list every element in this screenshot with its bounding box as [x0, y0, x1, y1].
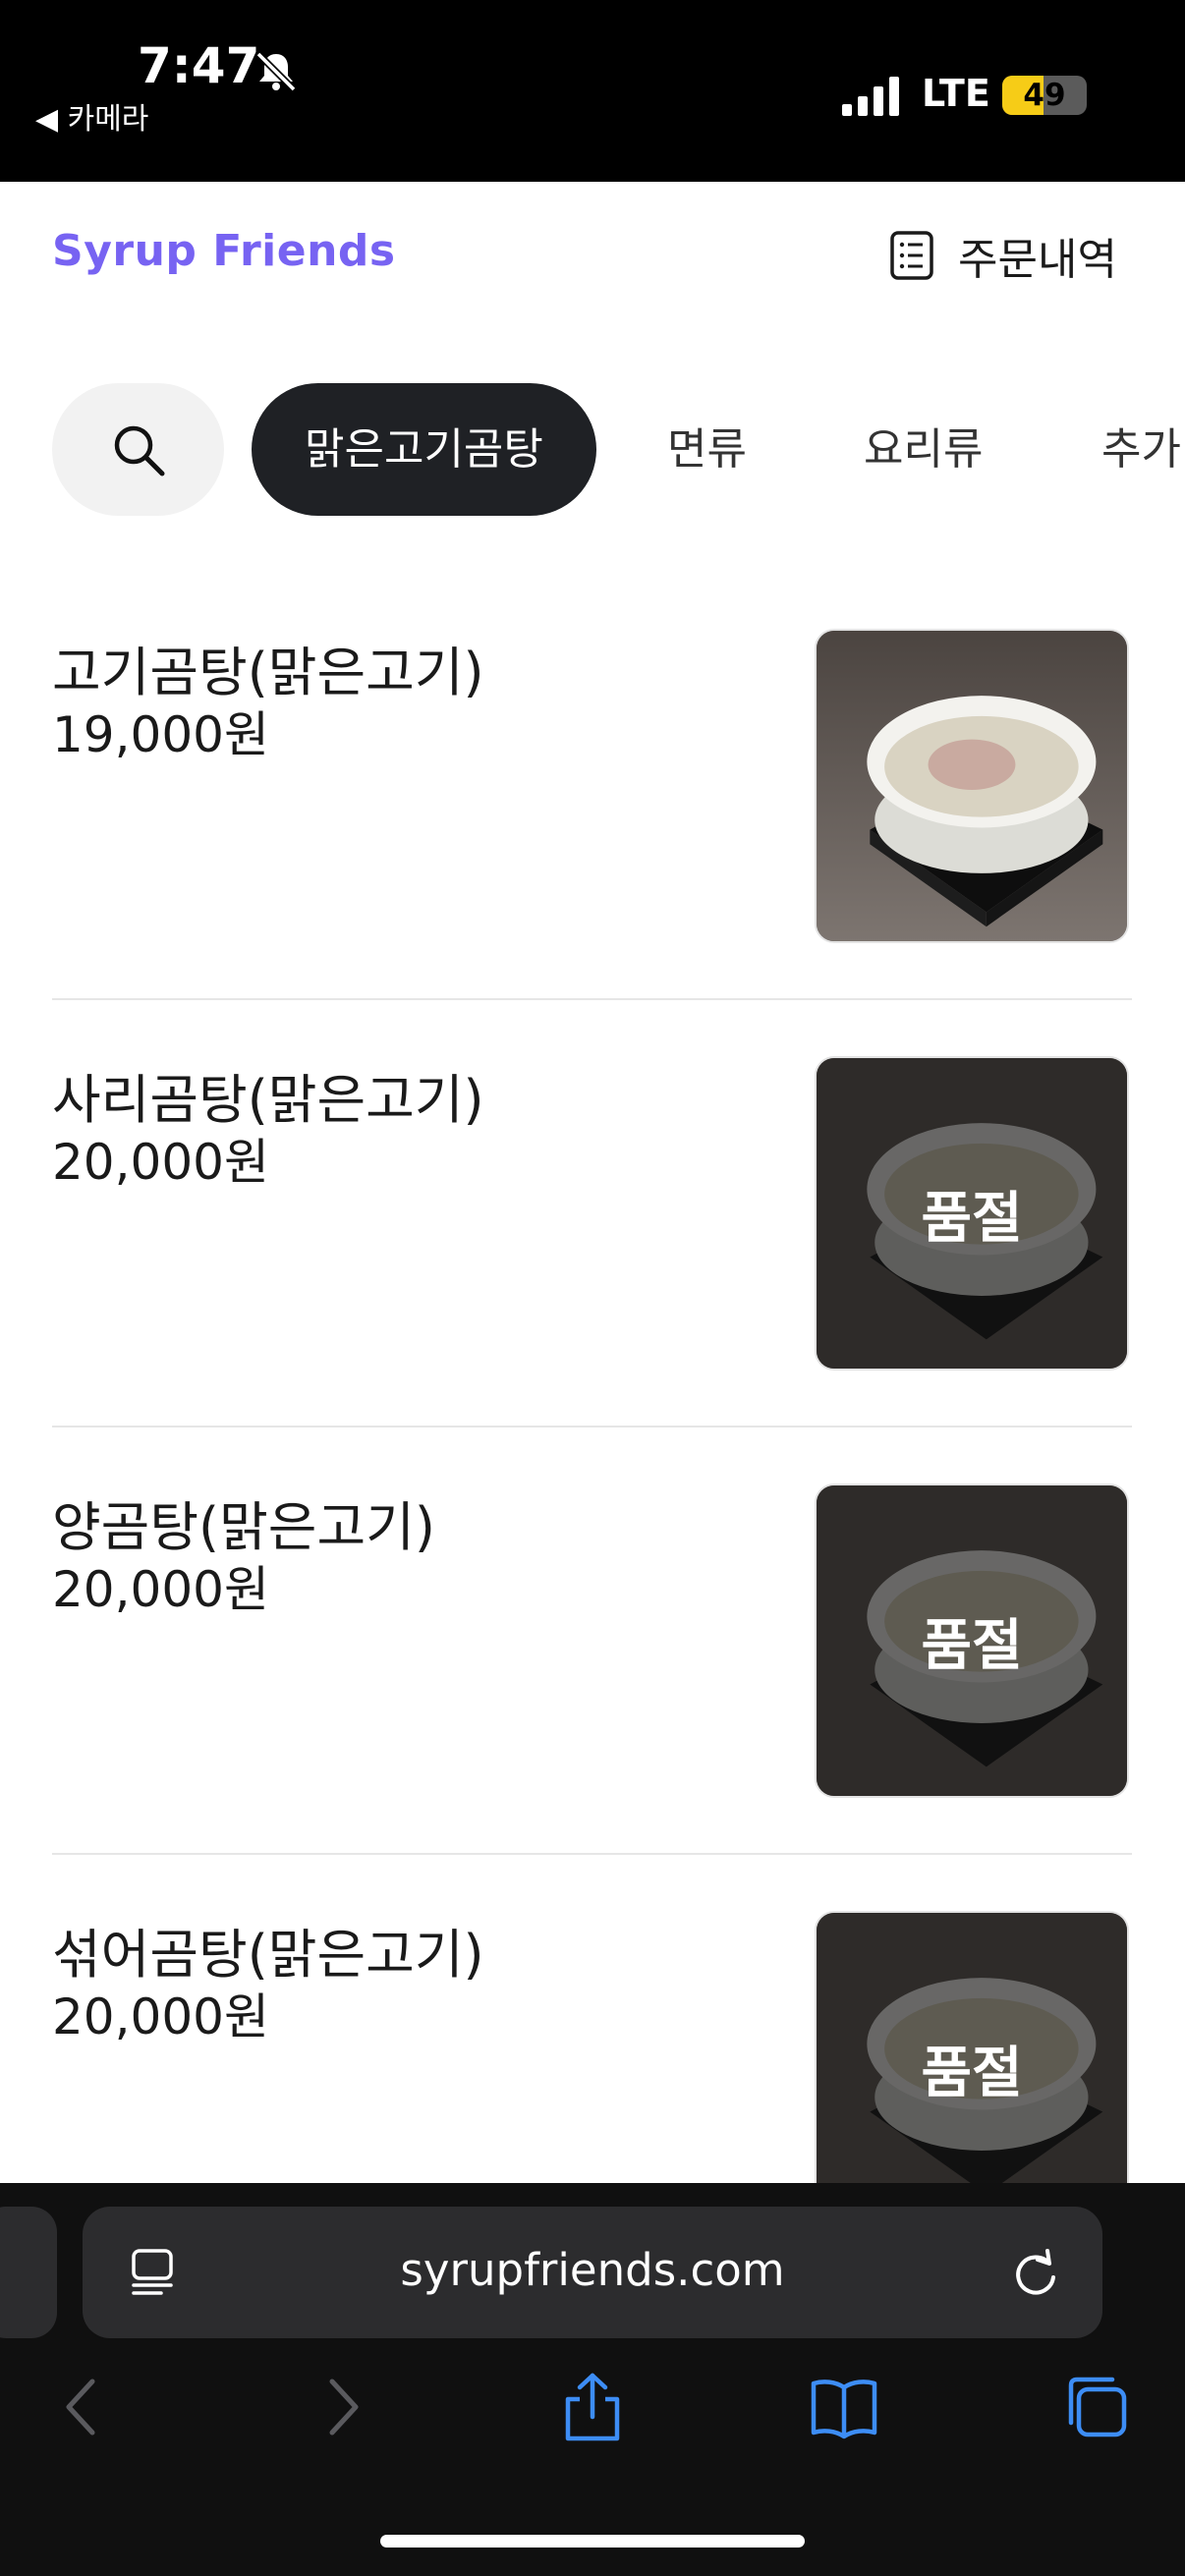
search-icon [114, 425, 165, 476]
signal-bars-icon [842, 77, 899, 116]
bookmarks-icon[interactable] [810, 2372, 878, 2442]
share-icon[interactable] [558, 2372, 627, 2442]
menu-item[interactable]: 양곰탕(맑은고기) 20,000원 품절 [52, 1484, 1132, 1912]
sold-out-overlay: 품절 [817, 1913, 1127, 2183]
tab-dishes[interactable]: 요리류 [864, 383, 983, 516]
sold-out-overlay: 품절 [817, 1058, 1127, 1369]
order-history-button[interactable]: 주문내역 [889, 224, 1117, 287]
back-icon[interactable] [49, 2372, 118, 2442]
reload-icon[interactable] [1010, 2246, 1061, 2299]
browser-toolbar: syrupfriends.com [0, 2183, 1185, 2576]
address-bar[interactable]: syrupfriends.com [83, 2207, 1102, 2338]
network-type: LTE [922, 72, 990, 115]
gomtang-bowl-image [817, 631, 1127, 941]
menu-item-price: 20,000원 [52, 1561, 269, 1618]
menu-item-photo: 품절 [815, 1056, 1129, 1371]
menu-item-photo: 품절 [815, 1484, 1129, 1798]
tab-extras[interactable]: 추가 [1101, 383, 1181, 516]
item-divider [52, 1853, 1132, 1855]
brand-logo[interactable]: Syrup Friends [52, 226, 396, 276]
order-history-label: 주문내역 [958, 235, 1117, 285]
url-text: syrupfriends.com [400, 2244, 785, 2296]
bell-slash-icon [255, 51, 297, 92]
previous-tab-peek[interactable] [0, 2207, 57, 2338]
battery-icon: 49 [1002, 76, 1087, 115]
tab-clear-beef-gomtang[interactable]: 맑은고기곰탕 [252, 383, 596, 516]
tab-noodles[interactable]: 면류 [667, 383, 747, 516]
search-button[interactable] [52, 383, 224, 516]
sold-out-overlay: 품절 [817, 1485, 1127, 1796]
item-divider [52, 1426, 1132, 1428]
menu-item[interactable]: 고기곰탕(맑은고기) 19,000원 [52, 629, 1132, 1057]
menu-item[interactable]: 섞어곰탕(맑은고기) 20,000원 품절 [52, 1911, 1132, 2183]
forward-icon[interactable] [307, 2372, 375, 2442]
category-tabs: 맑은고기곰탕 면류 요리류 추가 [52, 383, 1185, 516]
battery-terminal [1079, 88, 1085, 102]
receipt-list-icon [890, 231, 933, 280]
back-to-camera-link[interactable]: ◀ 카메라 [35, 94, 148, 138]
menu-item-price: 19,000원 [52, 706, 269, 763]
menu-item-photo: 품절 [815, 1911, 1129, 2183]
home-indicator[interactable] [380, 2535, 805, 2548]
menu-item-price: 20,000원 [52, 1134, 269, 1191]
battery-percent: 49 [1023, 78, 1066, 113]
menu-item-price: 20,000원 [52, 1988, 269, 2045]
menu-item[interactable]: 사리곰탕(맑은고기) 20,000원 품절 [52, 1056, 1132, 1484]
menu-item-photo [815, 629, 1129, 943]
tabs-icon[interactable] [1061, 2372, 1130, 2442]
item-divider [52, 998, 1132, 1000]
status-bar: 7:47 ◀ 카메라 LTE 49 [0, 0, 1185, 182]
status-time: 7:47 [138, 37, 260, 94]
